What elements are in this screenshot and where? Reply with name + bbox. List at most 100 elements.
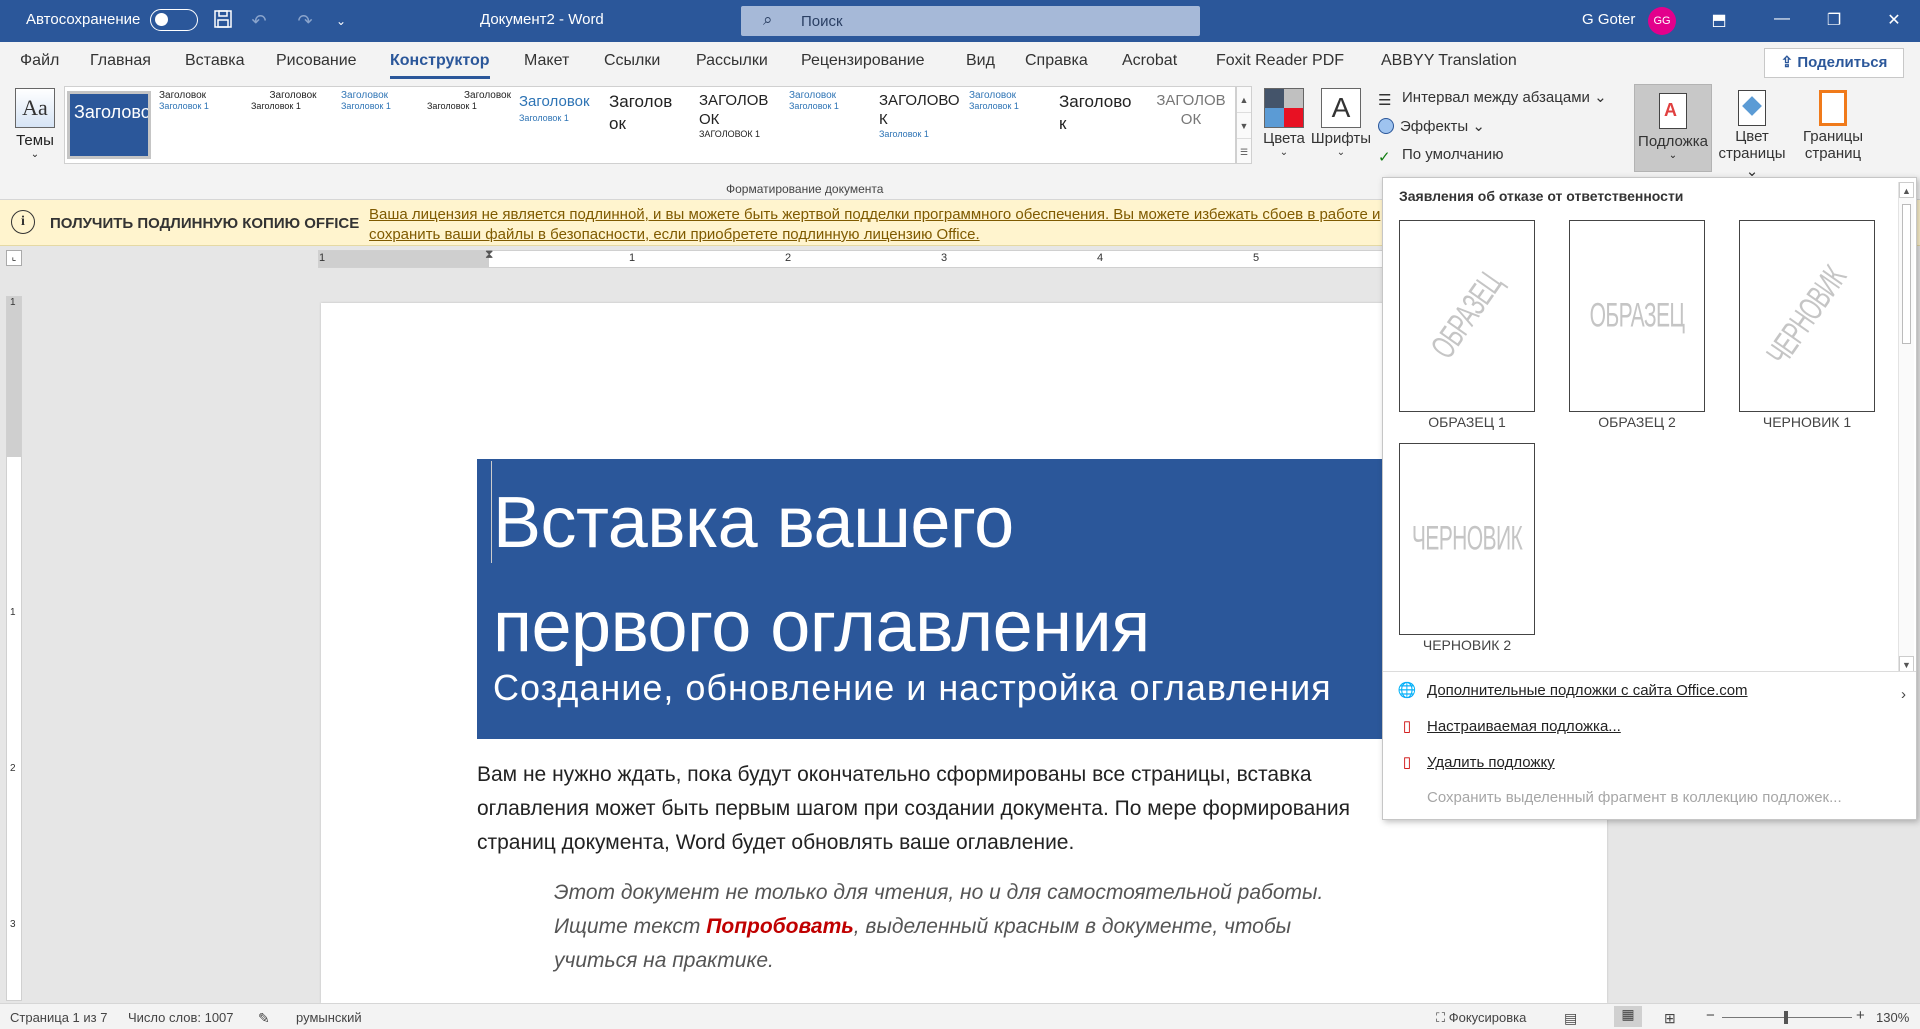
style-set-item[interactable]: Заголовок Заголовок 1 bbox=[341, 91, 425, 159]
style-set-item[interactable]: Заголовок Заголовок 1 bbox=[969, 91, 1053, 159]
minimize-icon[interactable]: — bbox=[1770, 10, 1794, 32]
license-warning-link[interactable]: Ваша лицензия не является подлинной, и в… bbox=[369, 205, 1389, 245]
style-set-item[interactable]: Заголов ок bbox=[609, 91, 693, 159]
tab-foxit[interactable]: Foxit Reader PDF bbox=[1216, 52, 1344, 70]
tab-review[interactable]: Рецензирование bbox=[801, 52, 925, 70]
print-layout-icon[interactable]: ▦ bbox=[1614, 1006, 1642, 1027]
tab-file[interactable]: Файл bbox=[20, 52, 59, 70]
style-set-item[interactable]: Заголовок bbox=[67, 91, 151, 159]
paragraph-spacing-button[interactable]: ☰ Интервал между абзацами ⌄ bbox=[1378, 88, 1607, 109]
proofing-icon[interactable]: ✎ bbox=[258, 1010, 270, 1027]
style-set-item[interactable]: Заголово к bbox=[1059, 91, 1143, 159]
undo-icon[interactable]: ↶ bbox=[246, 8, 272, 34]
ruler-strip[interactable]: 1 1 2 3 4 5 ⧗ bbox=[318, 247, 1418, 268]
page-color-button[interactable]: Цвет страницы ⌄ bbox=[1712, 88, 1792, 180]
style-set-item[interactable]: Заголовок Заголовок 1 bbox=[159, 91, 243, 159]
web-layout-icon[interactable]: ⊞ bbox=[1664, 1010, 1676, 1027]
style-set-item[interactable]: Заголовок Заголовок 1 bbox=[427, 91, 511, 159]
page-count[interactable]: Страница 1 из 7 bbox=[10, 1010, 107, 1025]
save-selection-item[interactable]: Сохранить выделенный фрагмент в коллекци… bbox=[1427, 789, 1842, 806]
style-set-item[interactable]: ЗАГОЛОВ ОК ЗАГОЛОВОК 1 bbox=[699, 91, 783, 159]
tab-layout[interactable]: Макет bbox=[524, 52, 569, 70]
search-icon: ⌕ bbox=[763, 10, 773, 29]
scroll-down-icon[interactable]: ▼ bbox=[1899, 656, 1914, 672]
themes-icon: Aa bbox=[15, 88, 55, 128]
watermark-option[interactable]: ОБРАЗЕЦ ОБРАЗЕЦ 1 bbox=[1399, 220, 1535, 430]
effects-button[interactable]: Эффекты ⌄ bbox=[1378, 117, 1485, 135]
scroll-up-icon[interactable]: ▲ bbox=[1237, 87, 1251, 113]
focus-button[interactable]: ⛶ Фокусировка bbox=[1436, 1010, 1526, 1026]
page-borders-button[interactable]: Границы страниц bbox=[1798, 88, 1868, 162]
restore-icon[interactable]: ❐ bbox=[1822, 10, 1846, 32]
scroll-thumb[interactable] bbox=[1902, 204, 1911, 344]
style-set-item[interactable]: Заголовок Заголовок 1 bbox=[251, 91, 335, 159]
set-as-default-button[interactable]: ✓ По умолчанию bbox=[1378, 146, 1503, 166]
share-button[interactable]: ⇪ Поделиться bbox=[1764, 48, 1904, 78]
tab-selector[interactable]: ⌞ bbox=[6, 250, 22, 266]
style-set-item[interactable]: Заголовок Заголовок 1 bbox=[519, 91, 603, 159]
gallery-scroll[interactable]: ▲ ▼ ☰ bbox=[1236, 86, 1252, 164]
custom-watermark-item[interactable]: ▯ Настраиваемая подложка... bbox=[1397, 717, 1621, 735]
zoom-slider-thumb[interactable] bbox=[1784, 1011, 1788, 1024]
style-set-item[interactable]: ЗАГОЛОВО К Заголовок 1 bbox=[879, 91, 963, 159]
scroll-down-icon[interactable]: ▼ bbox=[1237, 113, 1251, 139]
info-icon: i bbox=[11, 210, 35, 234]
watermark-button[interactable]: A Подложка ⌄ bbox=[1634, 84, 1712, 172]
style-set-gallery: Заголовок Заголовок Заголовок 1 Заголовок… bbox=[64, 86, 1236, 164]
tab-insert[interactable]: Вставка bbox=[185, 52, 244, 70]
remove-watermark-icon: ▯ bbox=[1402, 754, 1412, 771]
watermark-preview: ОБРАЗЕЦ bbox=[1569, 220, 1705, 412]
zoom-in-button[interactable]: + bbox=[1856, 1007, 1865, 1024]
dropdown-scrollbar[interactable]: ▲ ▼ bbox=[1898, 182, 1914, 672]
ribbon-display-icon[interactable]: ⬒ bbox=[1707, 10, 1731, 32]
search-placeholder: Поиск bbox=[801, 13, 843, 30]
indent-marker-icon[interactable]: ⧗ bbox=[485, 247, 493, 262]
read-mode-icon[interactable]: ▤ bbox=[1564, 1010, 1577, 1027]
watermark-option[interactable]: ОБРАЗЕЦ ОБРАЗЕЦ 2 bbox=[1569, 220, 1705, 430]
avatar[interactable]: GG bbox=[1648, 7, 1676, 35]
document-subtitle[interactable]: Создание, обновление и настройка оглавле… bbox=[493, 667, 1332, 709]
customize-toolbar-icon[interactable]: ⌄ bbox=[328, 8, 354, 34]
tab-home[interactable]: Главная bbox=[90, 52, 151, 70]
checkmark-icon: ✓ bbox=[1378, 149, 1391, 166]
watermark-option[interactable]: ЧЕРНОВИК ЧЕРНОВИК 1 bbox=[1739, 220, 1875, 430]
style-set-item[interactable]: Заголовок Заголовок 1 bbox=[789, 91, 873, 159]
ribbon-tabs: Файл Главная Вставка Рисование Конструкт… bbox=[0, 42, 1920, 82]
word-count[interactable]: Число слов: 1007 bbox=[128, 1010, 234, 1025]
effects-icon bbox=[1378, 118, 1394, 134]
document-heading[interactable]: Вставка вашего первого оглавления bbox=[493, 471, 1150, 679]
tab-references[interactable]: Ссылки bbox=[604, 52, 660, 70]
tab-draw[interactable]: Рисование bbox=[276, 52, 357, 70]
zoom-out-button[interactable]: − bbox=[1706, 1007, 1715, 1024]
ruler-number: 3 bbox=[10, 919, 16, 930]
tip-paragraph[interactable]: Этот документ не только для чтения, но и… bbox=[554, 876, 1374, 978]
autosave-toggle[interactable] bbox=[150, 9, 198, 31]
watermark-option[interactable]: ЧЕРНОВИК ЧЕРНОВИК 2 bbox=[1399, 443, 1535, 653]
remove-watermark-item[interactable]: ▯ Удалить подложку bbox=[1397, 753, 1555, 771]
share-label: Поделиться bbox=[1797, 54, 1888, 71]
gallery-more-icon[interactable]: ☰ bbox=[1237, 139, 1251, 165]
language-indicator[interactable]: румынский bbox=[296, 1010, 362, 1025]
fonts-button[interactable]: A Шрифты ⌄ bbox=[1310, 88, 1372, 158]
ruler-number: 5 bbox=[1253, 252, 1260, 264]
themes-button[interactable]: Aa Темы ⌄ bbox=[12, 88, 58, 160]
style-set-item[interactable]: ЗАГОЛОВ ОК bbox=[1149, 91, 1233, 159]
scroll-up-icon[interactable]: ▲ bbox=[1899, 182, 1914, 198]
search-box[interactable]: ⌕ Поиск bbox=[741, 6, 1200, 36]
tab-design[interactable]: Конструктор bbox=[390, 52, 490, 79]
redo-icon[interactable]: ↷ bbox=[292, 8, 318, 34]
tab-view[interactable]: Вид bbox=[966, 52, 995, 70]
zoom-level[interactable]: 130% bbox=[1876, 1010, 1909, 1025]
save-icon[interactable] bbox=[210, 8, 236, 34]
close-icon[interactable]: ✕ bbox=[1882, 10, 1906, 32]
body-paragraph[interactable]: Вам не нужно ждать, пока будут окончател… bbox=[477, 758, 1397, 860]
toggle-knob bbox=[155, 13, 168, 26]
text-cursor bbox=[491, 461, 492, 563]
more-watermarks-item[interactable]: 🌐 Дополнительные подложки с сайта Office.… bbox=[1397, 681, 1748, 699]
tab-acrobat[interactable]: Acrobat bbox=[1122, 52, 1177, 70]
colors-button[interactable]: Цвета ⌄ bbox=[1262, 88, 1306, 158]
tab-abbyy[interactable]: ABBYY Translation bbox=[1381, 52, 1517, 70]
tab-mailings[interactable]: Рассылки bbox=[696, 52, 768, 70]
tab-help[interactable]: Справка bbox=[1025, 52, 1088, 70]
user-name[interactable]: G Goter bbox=[1582, 11, 1635, 28]
